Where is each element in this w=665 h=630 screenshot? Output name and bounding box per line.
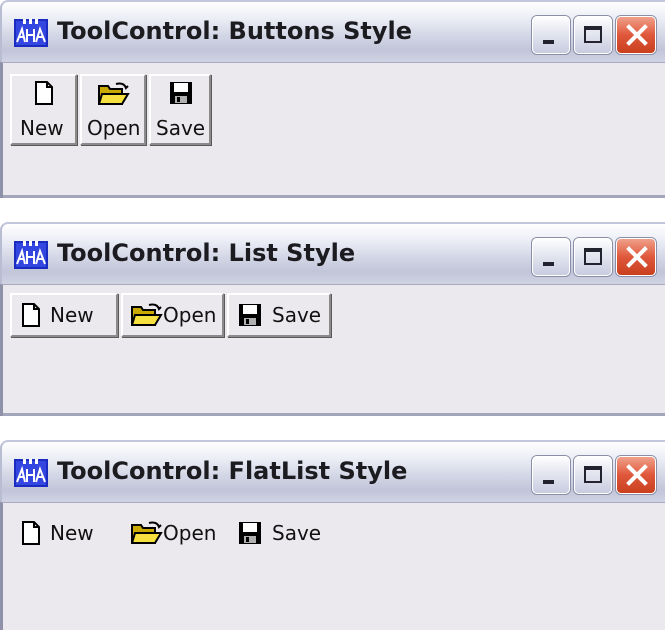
client-area: New Open Save — [0, 62, 665, 198]
toolbar-open-label: Open — [163, 521, 217, 545]
title-bar[interactable]: ToolControl: FlatList Style — [0, 440, 665, 502]
window-bottom-border — [3, 195, 665, 198]
maximize-button[interactable] — [574, 238, 612, 276]
close-icon — [626, 24, 648, 46]
floppy-disk-icon — [170, 82, 192, 104]
new-document-icon — [22, 303, 40, 327]
open-folder-icon — [98, 82, 130, 105]
client-area: New Open Save — [0, 502, 665, 630]
window-list-style: ToolControl: List Style New Open Save — [0, 222, 665, 416]
floppy-disk-icon — [239, 304, 261, 326]
client-area: New Open Save — [0, 284, 665, 416]
app-icon — [14, 19, 48, 47]
toolbar-save-button[interactable]: Save — [227, 511, 331, 555]
open-folder-icon — [131, 303, 163, 326]
app-icon — [14, 459, 48, 487]
minimize-icon — [543, 40, 554, 44]
minimize-icon — [543, 262, 554, 266]
maximize-icon — [584, 26, 602, 43]
minimize-button[interactable] — [532, 16, 570, 54]
maximize-icon — [584, 466, 602, 483]
toolbar-new-button[interactable]: New — [10, 511, 118, 555]
maximize-button[interactable] — [574, 456, 612, 494]
close-button[interactable] — [616, 238, 656, 276]
toolbar-open-button[interactable]: Open — [80, 74, 146, 145]
window-title: ToolControl: FlatList Style — [57, 457, 408, 485]
app-icon — [14, 241, 48, 269]
toolbar-save-label: Save — [272, 521, 322, 545]
toolbar-open-button[interactable]: Open — [121, 293, 224, 337]
toolbar-new-label: New — [50, 303, 94, 327]
toolbar-open-button[interactable]: Open — [121, 511, 224, 555]
toolbar-save-button[interactable]: Save — [149, 74, 211, 145]
new-document-icon — [22, 521, 40, 545]
toolbar-open-label: Open — [87, 116, 141, 140]
minimize-button[interactable] — [532, 456, 570, 494]
window-buttons-style: ToolControl: Buttons Style New Open Save — [0, 0, 665, 198]
toolbar-save-label: Save — [272, 303, 322, 327]
toolbar-new-label: New — [20, 116, 64, 140]
close-button[interactable] — [616, 16, 656, 54]
floppy-disk-icon — [239, 522, 261, 544]
new-document-icon — [35, 81, 53, 105]
maximize-button[interactable] — [574, 16, 612, 54]
toolbar-save-label: Save — [156, 116, 206, 140]
close-button[interactable] — [616, 456, 656, 494]
minimize-icon — [543, 480, 554, 484]
toolbar-new-button[interactable]: New — [10, 293, 118, 337]
toolbar-new-label: New — [50, 521, 94, 545]
title-bar[interactable]: ToolControl: List Style — [0, 222, 665, 284]
close-icon — [626, 246, 648, 268]
window-bottom-border — [3, 413, 665, 416]
open-folder-icon — [131, 521, 163, 544]
maximize-icon — [584, 248, 602, 265]
window-flatlist-style: ToolControl: FlatList Style New Open Sav… — [0, 440, 665, 630]
close-icon — [626, 464, 648, 486]
toolbar-new-button[interactable]: New — [10, 74, 77, 145]
window-title: ToolControl: List Style — [57, 239, 356, 267]
window-title: ToolControl: Buttons Style — [57, 17, 412, 45]
title-bar[interactable]: ToolControl: Buttons Style — [0, 0, 665, 62]
toolbar-open-label: Open — [163, 303, 217, 327]
minimize-button[interactable] — [532, 238, 570, 276]
toolbar-save-button[interactable]: Save — [227, 293, 331, 337]
